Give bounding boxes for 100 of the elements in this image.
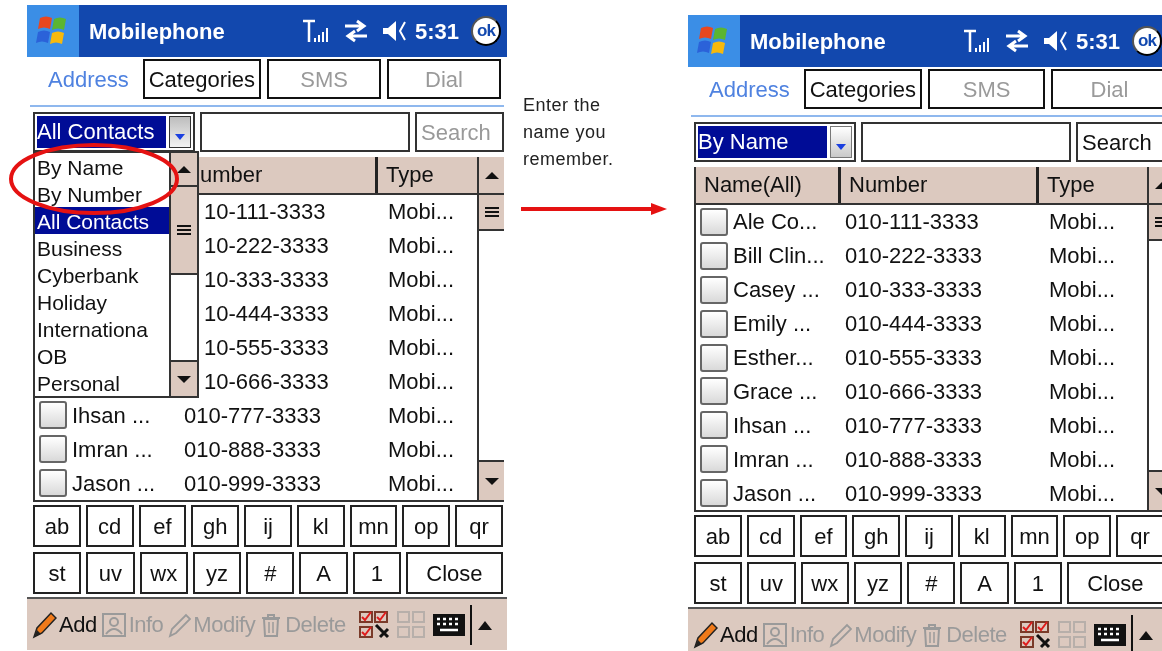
checkbox[interactable]	[700, 241, 728, 270]
keyboard-key[interactable]: op	[402, 505, 451, 547]
keyboard-key[interactable]: kl	[296, 505, 345, 547]
phone-number: 010-777-3333	[183, 402, 321, 428]
checkbox[interactable]	[39, 401, 67, 430]
keyboard-key[interactable]: A	[960, 562, 1009, 604]
speaker-icon	[1041, 28, 1070, 54]
keyboard-key[interactable]: ab	[33, 505, 81, 547]
keyboard-key[interactable]: yz	[853, 562, 903, 604]
keyboard-key[interactable]: 1	[352, 552, 401, 594]
pencil-icon[interactable]	[31, 609, 57, 640]
phone-type: Mobi...	[388, 233, 455, 259]
keyboard-key[interactable]: #	[907, 562, 956, 604]
signal-icon	[300, 18, 331, 44]
window-title: Mobilephone	[750, 27, 887, 56]
phone-type: Mobi...	[388, 402, 455, 428]
keyboard-key[interactable]: mn	[1010, 515, 1059, 557]
keyboard-key[interactable]: qr	[455, 505, 504, 547]
keyboard-key[interactable]: cd	[85, 505, 134, 547]
phone-type: Mobi...	[1049, 378, 1116, 404]
phone-number: 010-888-3333	[183, 436, 321, 462]
contact-name: Emily ...	[733, 310, 812, 339]
keyboard-key[interactable]: mn	[349, 505, 398, 547]
checkbox[interactable]	[700, 309, 728, 338]
phone-type: Mobi...	[1049, 311, 1116, 337]
tab[interactable]: Categories	[803, 69, 923, 109]
search-button[interactable]: Search	[1076, 122, 1162, 162]
phone-number: 010-777-3333	[844, 412, 982, 438]
keyboard-key[interactable]: 1	[1013, 562, 1062, 604]
contact-name: Esther...	[733, 344, 814, 372]
search-field[interactable]	[200, 112, 410, 152]
keyboard-key[interactable]: gh	[191, 505, 240, 547]
contact-name: Imran ...	[72, 435, 153, 464]
keyboard-key[interactable]: st	[694, 562, 743, 604]
keyboard-key[interactable]: ef	[138, 505, 187, 547]
checkbox[interactable]	[700, 445, 728, 474]
phone-type: Mobi...	[388, 368, 455, 394]
checkbox[interactable]	[700, 207, 728, 236]
phone-type: Mobi...	[1049, 345, 1116, 370]
keyboard-icon[interactable]	[1092, 621, 1127, 648]
keyboard-key[interactable]: yz	[192, 552, 242, 594]
tab[interactable]: Categories	[142, 59, 262, 99]
phone-number: 010-111-3333	[844, 209, 979, 235]
dropdown-arrow-icon[interactable]	[174, 133, 186, 141]
toolbar-button[interactable]: Add	[692, 618, 758, 651]
scrollbar-thumb[interactable]	[171, 187, 197, 275]
keyboard-key[interactable]: uv	[747, 562, 796, 604]
keyboard-key[interactable]: wx	[139, 552, 188, 594]
keyboard-key[interactable]: wx	[800, 562, 849, 604]
checkbox[interactable]	[700, 411, 728, 440]
checkbox[interactable]	[39, 469, 67, 498]
contact-name: Jason ...	[72, 469, 156, 498]
keyboard-key[interactable]: ab	[694, 515, 742, 557]
checkbox[interactable]	[700, 343, 728, 372]
keyboard-key[interactable]: ij	[905, 515, 953, 557]
toolbar-button[interactable]: Add	[31, 608, 97, 641]
filter-dropdown[interactable]: By Name	[694, 122, 856, 162]
phone-number: 10-555-3333	[204, 335, 329, 360]
keyboard-key[interactable]: Close	[405, 552, 503, 594]
signal-icon	[961, 28, 992, 54]
phone-type: Mobi...	[388, 436, 455, 462]
pencil-icon[interactable]	[692, 619, 718, 650]
keyboard-key[interactable]: uv	[86, 552, 135, 594]
clock: 5:31	[1075, 27, 1120, 56]
contact-name: Imran ...	[733, 445, 814, 474]
checkbox[interactable]	[700, 275, 728, 304]
phone-type: Mobi...	[388, 301, 455, 327]
phone-number: 010-444-3333	[844, 311, 982, 337]
phone-number: 010-999-3333	[844, 480, 982, 506]
column-header: Type	[1046, 171, 1096, 199]
checkbox[interactable]	[39, 435, 67, 464]
keyboard-key[interactable]: qr	[1116, 515, 1162, 557]
contact-name: Jason ...	[733, 479, 817, 508]
ok-button[interactable]: ok	[1132, 26, 1162, 56]
checklist-icon[interactable]	[1018, 618, 1053, 651]
keyboard-key[interactable]: ef	[799, 515, 848, 557]
keyboard-key[interactable]: kl	[957, 515, 1006, 557]
phone-number: 10-444-3333	[204, 301, 329, 327]
keyboard-key[interactable]: st	[33, 552, 82, 594]
checkbox[interactable]	[700, 479, 728, 508]
keyboard-key[interactable]: op	[1063, 515, 1112, 557]
phone-number: 10-222-3333	[204, 233, 329, 259]
column-header: Name(All)	[696, 167, 841, 203]
keyboard-key[interactable]: A	[299, 552, 348, 594]
scrollbar-thumb[interactable]	[479, 195, 504, 231]
keyboard-key[interactable]: #	[246, 552, 295, 594]
ok-button[interactable]: ok	[471, 16, 501, 46]
keyboard-key[interactable]: ij	[244, 505, 292, 547]
keyboard-key[interactable]: gh	[852, 515, 901, 557]
search-field[interactable]	[861, 122, 1071, 162]
keyboard-icon[interactable]	[431, 611, 466, 638]
keyboard-key[interactable]: cd	[746, 515, 795, 557]
checklist-icon[interactable]	[357, 608, 392, 641]
dropdown-arrow-icon[interactable]	[835, 143, 847, 151]
keyboard-key[interactable]: Close	[1066, 562, 1162, 604]
phone-number: 010-999-3333	[183, 470, 321, 496]
phone-number: 10-111-3333	[204, 199, 326, 225]
filter-dropdown[interactable]: All Contacts	[33, 112, 195, 152]
phone-type: Mobi...	[1049, 412, 1116, 438]
checkbox[interactable]	[700, 377, 728, 406]
